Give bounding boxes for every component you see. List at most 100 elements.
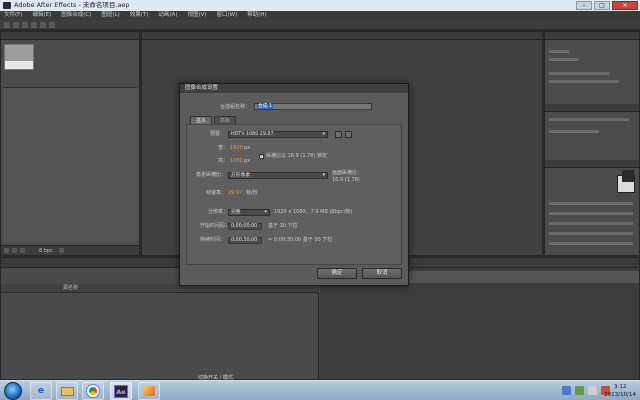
explorer-folder-icon[interactable] [56,382,78,400]
window-titlebar: Adobe After Effects - 未命名项目.aep [0,0,640,11]
pen-tool-icon[interactable] [49,22,55,28]
preview-controls[interactable] [549,130,599,133]
character-row[interactable] [549,242,633,245]
tray-app-icon[interactable] [562,386,571,395]
network-icon[interactable] [575,386,584,395]
selection-tool-icon[interactable] [4,22,10,28]
new-folder-icon[interactable] [12,248,17,253]
tools-bar [0,20,640,30]
taskbar: e Ae 3:12 2013/10/14 [0,380,640,400]
start-timecode-label: 开始时间码： [200,223,231,229]
start-timecode-input[interactable]: 0;00;00;00 [228,223,262,230]
chrome-icon[interactable] [82,382,104,400]
fill-stroke-swatch[interactable] [617,170,635,193]
audio-row [549,80,619,83]
menu-effect[interactable]: 效果(T) [130,11,149,20]
right-panels [544,31,640,256]
character-row[interactable] [549,212,633,215]
menu-view[interactable]: 视图(V) [187,11,206,20]
project-panel-footer: 8 bpc [1,245,139,255]
character-row[interactable] [549,222,633,225]
info-panel-header [545,32,639,40]
new-comp-icon[interactable] [20,248,25,253]
trash-icon[interactable] [59,248,64,253]
pixel-aspect-dropdown[interactable]: 方形像素 [228,172,328,179]
frame-aspect-value: 16:9 (1.78) [332,177,360,183]
project-item-list[interactable] [3,87,137,243]
duration-info: = 0;00;30;00 基于 30 下拉 [268,237,333,243]
save-preset-icon[interactable] [335,131,342,138]
camera-tool-icon[interactable] [40,22,46,28]
dialog-title: 图像合成设置 [180,84,408,93]
close-button[interactable]: ✕ [612,1,638,10]
lock-aspect-label: 纵横比以 16:9 (1.78) 锁定 [266,153,328,159]
start-button[interactable] [4,382,22,400]
audio-row [549,72,609,75]
hand-tool-icon[interactable] [13,22,19,28]
maximize-button[interactable]: □ [594,1,610,10]
menu-layer[interactable]: 图层(L) [101,11,119,20]
menu-help[interactable]: 帮助(H) [247,11,266,20]
width-value[interactable]: 1920 [230,144,243,152]
width-label: 宽： [218,145,229,151]
resolution-dropdown[interactable]: 完整 [228,209,270,216]
frame-rate-unit: 帧/秒 [246,190,258,196]
project-panel-header [1,32,139,40]
window-controls: – □ ✕ [576,1,638,10]
clock-date: 2013/10/14 [604,392,636,398]
pixel-aspect-label: 像素纵横比： [196,172,227,178]
composition-panel-header [142,32,542,40]
preview-panel-header [545,104,639,112]
after-effects-taskbar-button[interactable]: Ae [110,382,132,400]
resolution-info: 1920 x 1080，7.9 MB (8bpc/帧) [274,209,353,215]
comp-name-label: 合成组名称： [220,104,251,110]
comp-name-input[interactable]: 合成 1 [254,103,372,110]
frame-rate-label: 帧速率： [206,190,227,196]
after-effects-icon: Ae [114,384,128,398]
menu-animation[interactable]: 动画(A) [158,11,177,20]
menu-composition[interactable]: 图像合成(C) [61,11,91,20]
window-title: Adobe After Effects - 未命名项目.aep [14,1,130,9]
height-label: 高： [218,158,229,164]
duration-input[interactable]: 0;00;30;00 [228,237,262,244]
character-row[interactable] [549,202,633,205]
volume-icon[interactable] [588,386,597,395]
character-panel-header [545,160,639,168]
system-tray [562,386,610,395]
project-thumbnail [4,44,34,70]
app-icon [3,2,11,9]
character-row[interactable] [549,232,633,235]
duration-label: 持续时间： [200,237,226,243]
resolution-label: 分辨率： [208,209,229,215]
cancel-button[interactable]: 取消 [362,268,402,279]
start-timecode-info: 基于 30 下拉 [268,223,298,229]
preview-controls[interactable] [549,118,629,121]
rotate-tool-icon[interactable] [31,22,37,28]
preset-label: 预置： [210,131,226,137]
interpret-footage-icon[interactable] [4,248,9,253]
menu-file[interactable]: 文件(F) [4,11,22,20]
width-unit: px [244,145,251,151]
preset-dropdown[interactable]: HDTV 1080 29.97 [228,131,328,138]
menu-bar: 文件(F) 编辑(E) 图像合成(C) 图层(L) 效果(T) 动画(A) 视图… [0,11,640,20]
clock-time: 3:12 [613,384,627,390]
ie-icon[interactable]: e [30,382,52,400]
lock-aspect-checkbox[interactable]: ✓ [259,154,264,159]
ok-button[interactable]: 确定 [317,268,357,279]
info-row [549,58,579,61]
bit-depth-button[interactable]: 8 bpc [39,247,53,255]
minimize-button[interactable]: – [576,1,592,10]
height-value[interactable]: 1080 [230,157,243,165]
composition-settings-dialog: 图像合成设置 合成组名称： 合成 1 基本 高级 预置： HDTV 1080 2… [179,83,409,286]
frame-rate-value[interactable]: 29.97 [228,189,242,197]
project-panel: 8 bpc [0,31,140,256]
delete-preset-icon[interactable] [345,131,352,138]
source-name-column[interactable]: 源名称 [63,284,78,293]
paint-icon[interactable] [138,382,160,400]
menu-edit[interactable]: 编辑(E) [32,11,51,20]
zoom-tool-icon[interactable] [22,22,28,28]
height-unit: px [244,158,251,164]
menu-window[interactable]: 窗口(W) [217,11,238,20]
clock[interactable]: 3:12 2013/10/14 [604,383,636,399]
info-row [549,50,569,53]
